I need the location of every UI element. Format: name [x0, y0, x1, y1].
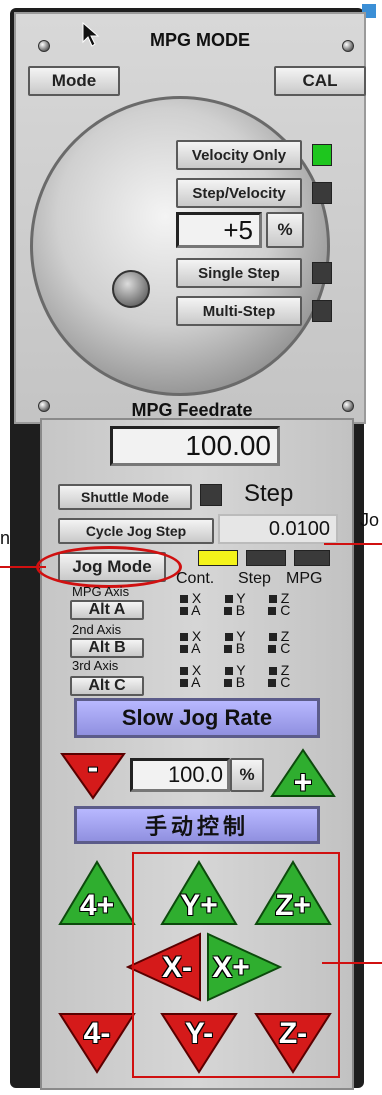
- mpg-feedrate-display: 100.00: [110, 426, 280, 466]
- single-step-button[interactable]: Single Step: [176, 258, 302, 288]
- wheel-knob[interactable]: [112, 270, 150, 308]
- step-header: Step: [238, 570, 271, 587]
- jog-rate-display: 100.0: [130, 758, 230, 792]
- jog-rate-decrease-label: -: [87, 748, 99, 785]
- jog-rate-increase-label: +: [293, 763, 313, 800]
- annotation-right-text: Jo: [360, 510, 380, 530]
- mpg-mode-title: MPG MODE: [149, 30, 250, 50]
- axis-indicator-group-1: X Y Z A B C: [180, 590, 290, 618]
- shuttle-mode-led: [200, 484, 222, 506]
- axis-indicator-group-3: X Y Z A B C: [180, 662, 290, 690]
- third-axis-label: 3rd Axis: [72, 658, 119, 673]
- screw-icon: [38, 40, 50, 52]
- cal-button[interactable]: CAL: [274, 66, 366, 96]
- multi-step-led: [312, 300, 332, 322]
- mpg-percent-button[interactable]: %: [266, 212, 304, 248]
- screw-icon: [342, 400, 354, 412]
- velocity-only-led: [312, 144, 332, 166]
- shuttle-mode-button[interactable]: Shuttle Mode: [58, 484, 192, 510]
- jog-step-mode-label: Step: [244, 480, 294, 507]
- step-velocity-led: [312, 182, 332, 204]
- annotation-circle: [36, 546, 182, 588]
- alt-a-button[interactable]: Alt A: [70, 600, 144, 620]
- cont-header: Cont.: [176, 570, 215, 587]
- manual-control-label: 手动控制: [74, 806, 320, 844]
- jog-mpg-led: [294, 550, 330, 566]
- jog-step-value-display: 0.0100: [218, 514, 338, 544]
- annotation-right-line: [324, 543, 382, 545]
- velocity-only-button[interactable]: Velocity Only: [176, 140, 302, 170]
- screw-icon: [342, 40, 354, 52]
- mpg-step-display: +5: [176, 212, 262, 248]
- axis-indicator-group-2: X Y Z A B C: [180, 628, 290, 656]
- annotation-rectangle-line: [322, 962, 382, 964]
- jog-rate-percent-button[interactable]: %: [230, 758, 264, 792]
- second-axis-label: 2nd Axis: [72, 622, 122, 637]
- screw-icon: [38, 400, 50, 412]
- alt-b-button[interactable]: Alt B: [70, 638, 144, 658]
- mpg-axis-label: MPG Axis: [72, 584, 130, 599]
- multi-step-button[interactable]: Multi-Step: [176, 296, 302, 326]
- mpg-header: MPG: [286, 570, 323, 587]
- annotation-rectangle: [132, 852, 340, 1078]
- mouse-cursor-icon: [82, 22, 100, 47]
- alt-c-button[interactable]: Alt C: [70, 676, 144, 696]
- jog-step-led: [246, 550, 286, 566]
- jog-a-plus-label: 4+: [79, 889, 115, 922]
- slow-jog-rate-label: Slow Jog Rate: [74, 698, 320, 738]
- mode-button[interactable]: Mode: [28, 66, 120, 96]
- jog-a-minus-label: 4-: [83, 1017, 111, 1050]
- single-step-led: [312, 262, 332, 284]
- annotation-left-text: n: [0, 528, 11, 548]
- cycle-jog-step-button[interactable]: Cycle Jog Step: [58, 518, 214, 544]
- jog-cont-led: [198, 550, 238, 566]
- step-velocity-button[interactable]: Step/Velocity: [176, 178, 302, 208]
